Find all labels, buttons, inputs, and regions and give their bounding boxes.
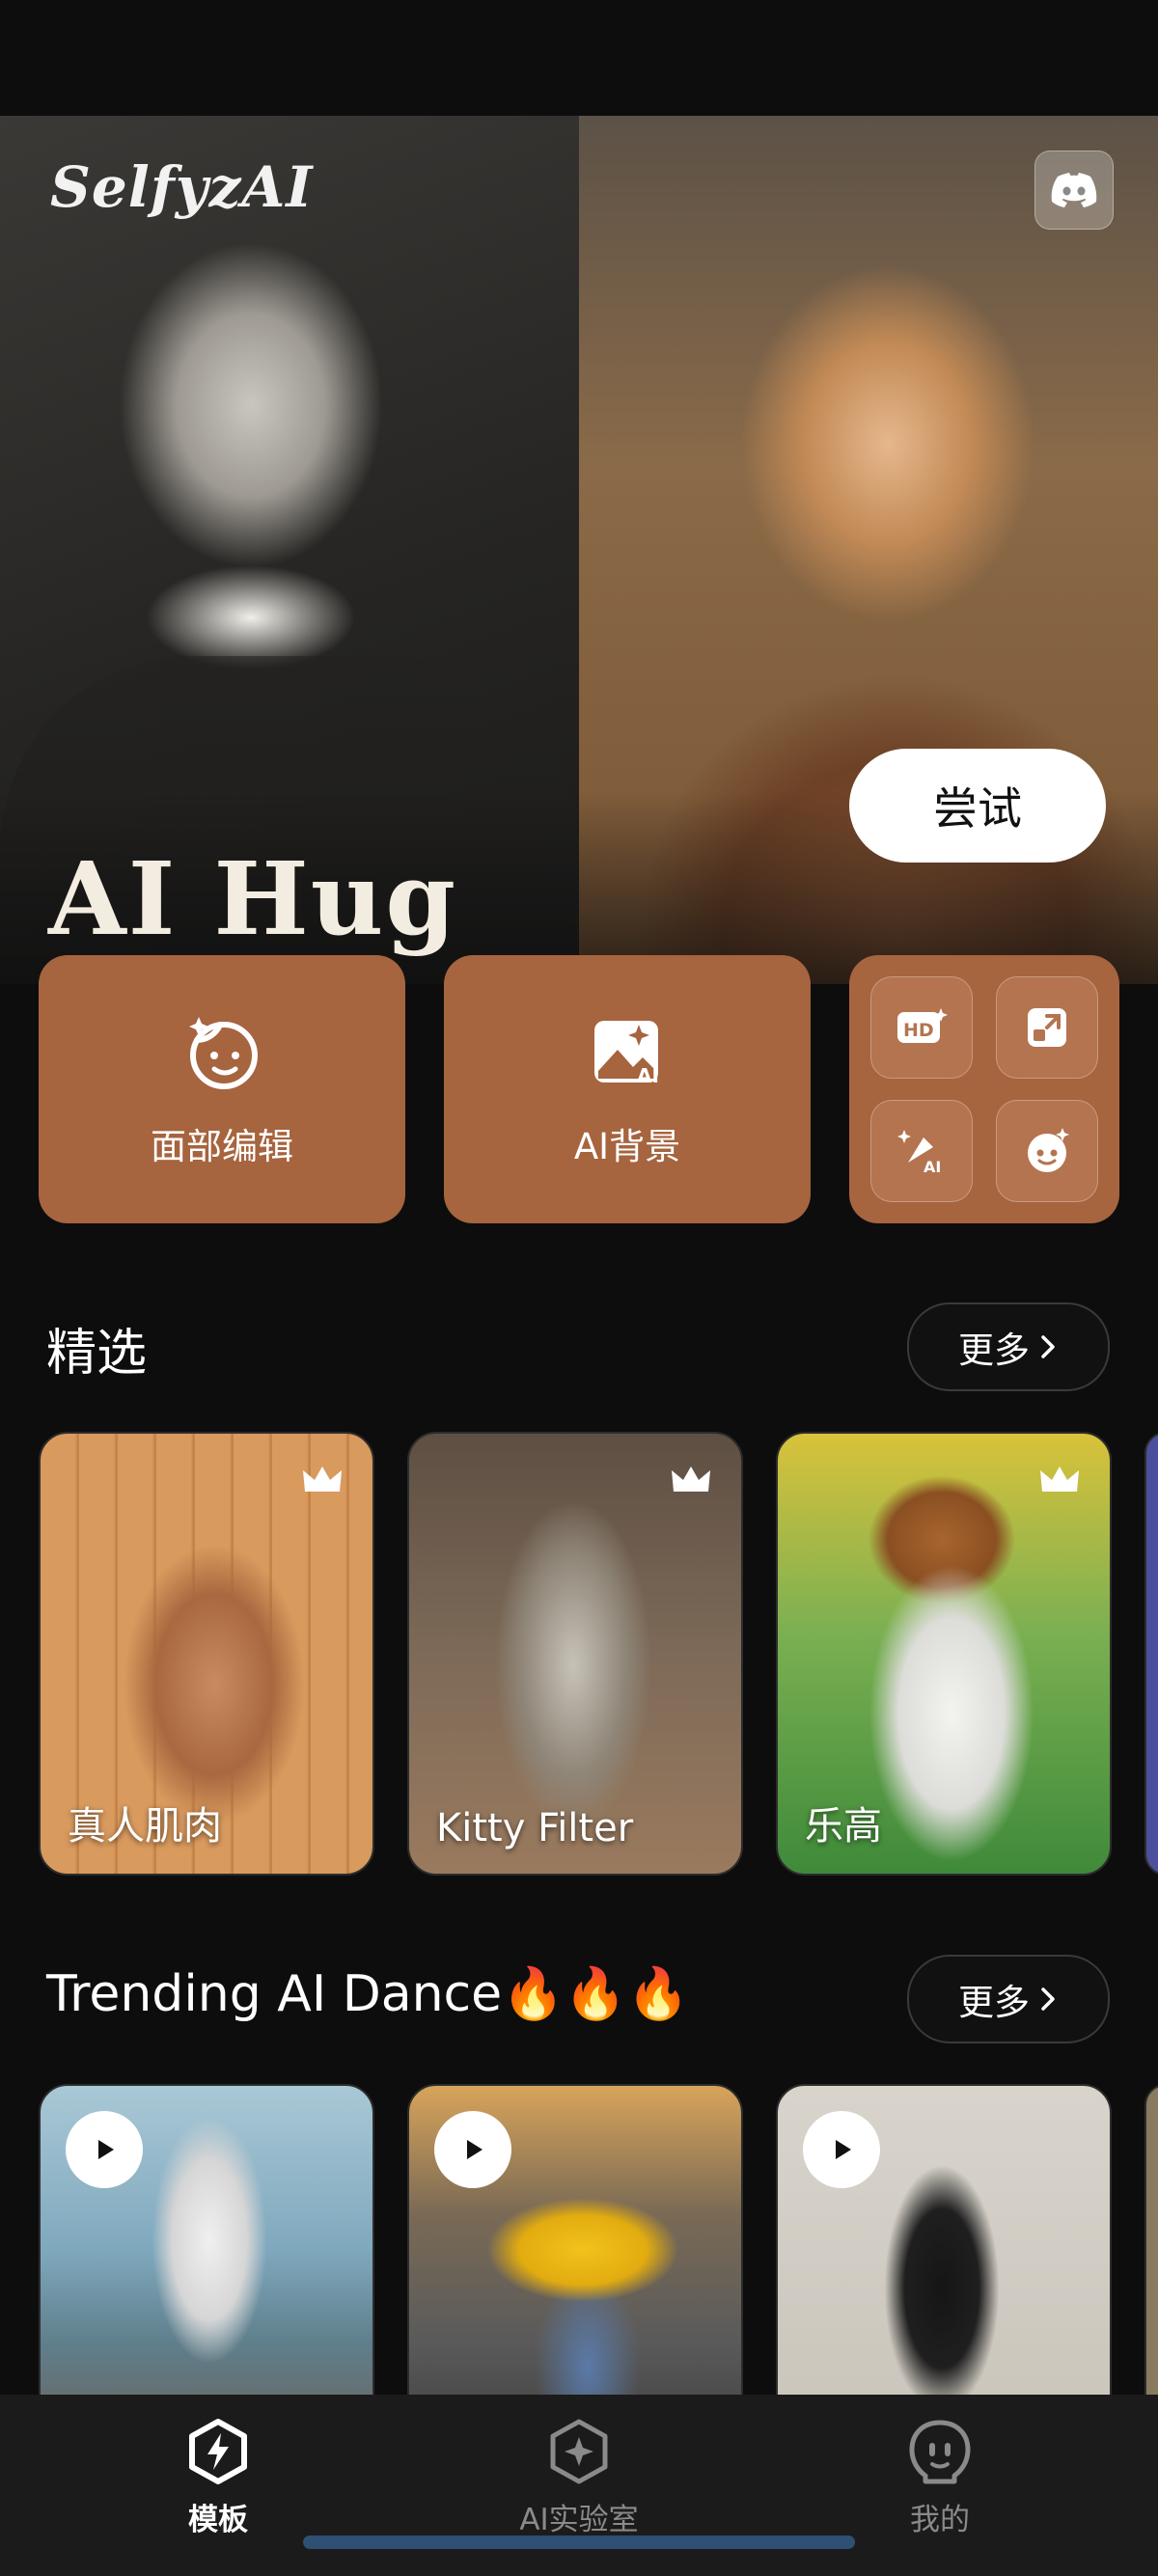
expand-image-button[interactable] <box>996 976 1098 1079</box>
template-icon <box>189 2419 247 2484</box>
hd-enhance-icon: HD <box>897 1008 948 1043</box>
face-edit-icon <box>189 1017 258 1089</box>
play-button[interactable] <box>434 2111 511 2188</box>
play-button[interactable] <box>66 2111 143 2188</box>
ai-lab-icon <box>550 2419 608 2484</box>
featured-card-muscle[interactable]: 真人肌肉 <box>39 1432 374 1876</box>
discord-button[interactable] <box>1034 151 1114 230</box>
crown-icon <box>1040 1466 1079 1492</box>
face-edit-label: 面部编辑 <box>151 1126 293 1167</box>
ai-background-icon: AI <box>594 1021 659 1087</box>
featured-title: 精选 <box>46 1325 148 1383</box>
trending-title: Trending AI Dance🔥🔥🔥 <box>46 1965 690 2023</box>
featured-card-partial[interactable] <box>1144 1432 1158 1876</box>
hd-enhance-button[interactable]: HD <box>870 976 973 1079</box>
featured-card-label: 乐高 <box>805 1804 882 1849</box>
play-button[interactable] <box>803 2111 880 2188</box>
ai-magic-button[interactable]: AI <box>870 1100 973 1202</box>
nav-label-profile: 我的 <box>910 2503 970 2537</box>
featured-more-label: 更多 <box>958 1329 1030 1371</box>
nav-item-ai-lab[interactable]: AI实验室 <box>463 2418 695 2538</box>
svg-text:AI: AI <box>924 1158 941 1176</box>
play-icon <box>98 2140 114 2159</box>
ai-magic-icon: AI <box>897 1130 941 1176</box>
trending-more-label: 更多 <box>958 1982 1030 2023</box>
featured-more-button[interactable]: 更多 <box>907 1302 1110 1391</box>
nav-item-profile[interactable]: 我的 <box>824 2418 1056 2538</box>
home-indicator[interactable] <box>303 2535 855 2549</box>
profile-icon <box>909 2420 971 2484</box>
face-edit-tile[interactable]: 面部编辑 <box>39 955 405 1223</box>
discord-icon <box>1051 173 1097 207</box>
play-icon <box>836 2140 851 2159</box>
featured-card-kitty[interactable]: Kitty Filter <box>407 1432 743 1876</box>
nav-label-ai-lab: AI实验室 <box>519 2503 639 2537</box>
face-swap-button[interactable] <box>996 1100 1098 1202</box>
face-swap-icon <box>1028 1128 1069 1172</box>
nav-item-template[interactable]: 模板 <box>102 2418 334 2538</box>
svg-text:HD: HD <box>903 1020 934 1041</box>
tools-tile: HD AI <box>849 955 1119 1223</box>
chevron-right-icon <box>1041 1987 1055 2011</box>
crown-icon <box>303 1466 342 1492</box>
app-logo: SelfyzAI <box>50 154 314 220</box>
try-button[interactable]: 尝试 <box>849 749 1106 863</box>
hero-title: AI Hug <box>48 839 458 958</box>
expand-image-icon <box>1028 1008 1066 1047</box>
svg-text:AI: AI <box>637 1064 659 1087</box>
play-icon <box>467 2140 482 2159</box>
featured-card-label: Kitty Filter <box>436 1806 634 1850</box>
crown-icon <box>672 1466 710 1492</box>
bottom-nav: 模板 AI实验室 我的 <box>0 2395 1158 2576</box>
chevron-right-icon <box>1041 1335 1055 1358</box>
nav-label-template: 模板 <box>188 2503 248 2537</box>
ai-background-label: AI背景 <box>573 1126 681 1167</box>
featured-card-lego[interactable]: 乐高 <box>776 1432 1112 1876</box>
featured-card-label: 真人肌肉 <box>68 1804 222 1849</box>
trending-more-button[interactable]: 更多 <box>907 1955 1110 2043</box>
ai-background-tile[interactable]: AI AI背景 <box>444 955 811 1223</box>
